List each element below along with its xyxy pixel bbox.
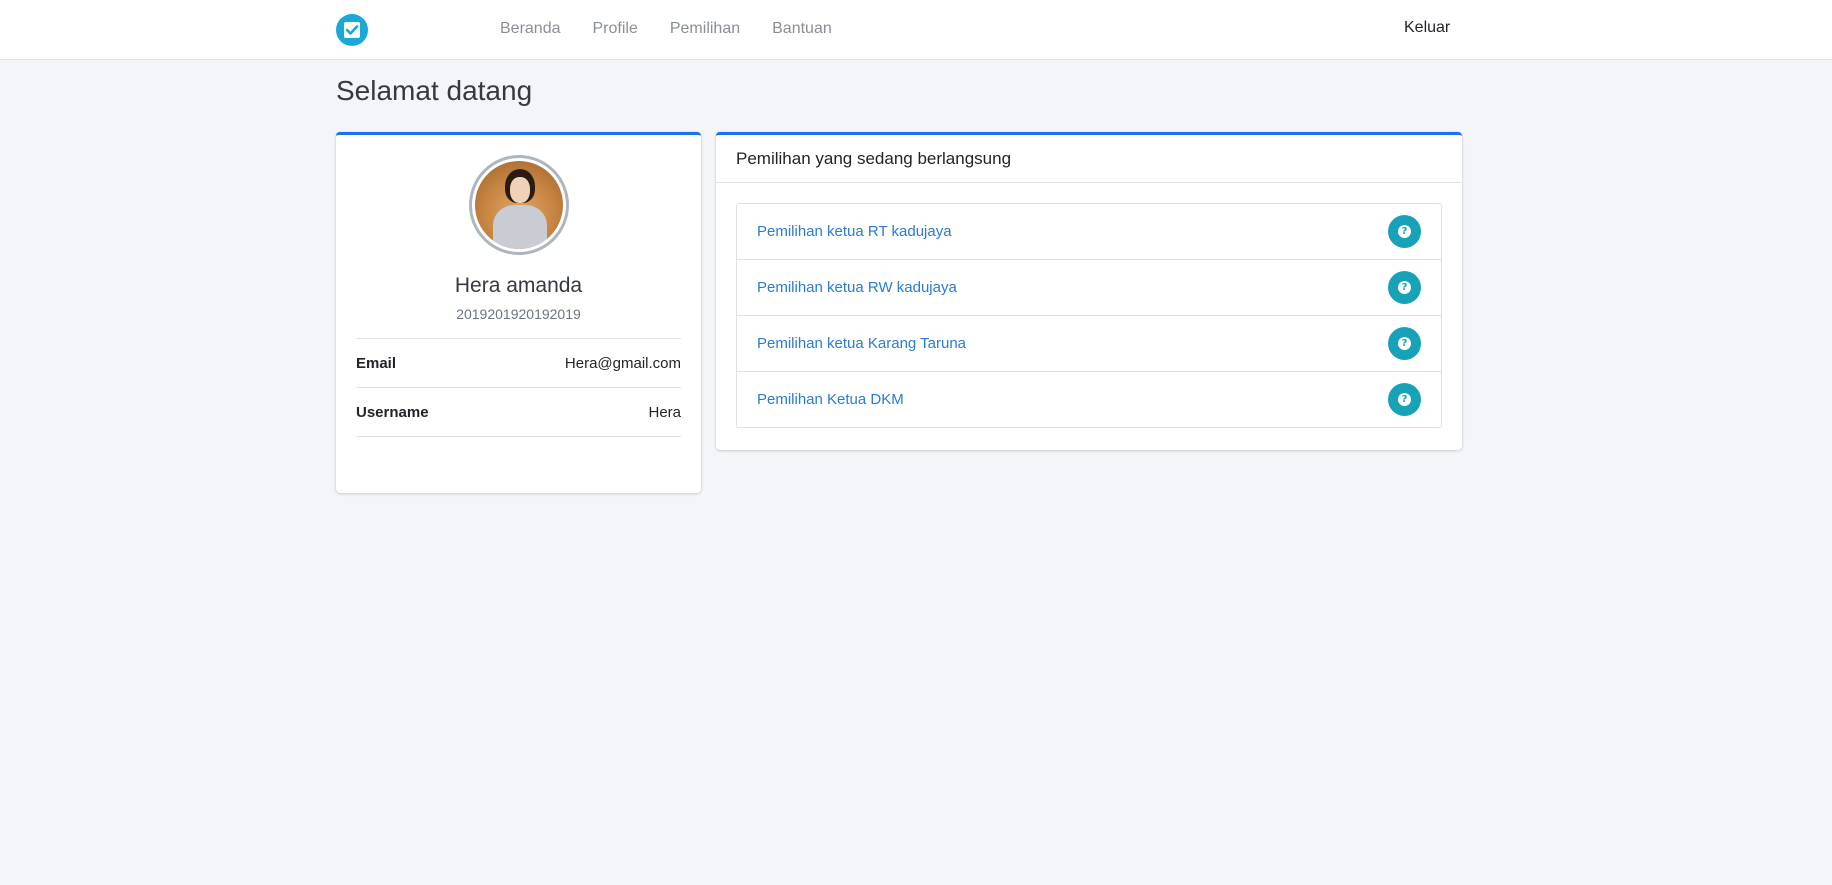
profile-id-number: 2019201920192019: [456, 306, 581, 322]
election-link-karang-taruna[interactable]: Pemilihan ketua Karang Taruna: [757, 335, 966, 352]
help-button-rt[interactable]: ?: [1388, 215, 1421, 248]
avatar: [468, 155, 569, 255]
election-item-dkm: Pemilihan Ketua DKM ?: [736, 371, 1442, 428]
elections-card: Pemilihan yang sedang berlangsung Pemili…: [716, 132, 1462, 450]
nav-link-beranda[interactable]: Beranda: [500, 20, 561, 38]
profile-card: Hera amanda 2019201920192019 Email Hera@…: [336, 132, 701, 493]
question-circle-icon: ?: [1398, 337, 1411, 350]
election-item-rw: Pemilihan ketua RW kadujaya ?: [736, 259, 1442, 316]
election-item-rt: Pemilihan ketua RT kadujaya ?: [736, 203, 1442, 260]
profile-row-username: Username Hera: [356, 388, 681, 437]
election-link-rw[interactable]: Pemilihan ketua RW kadujaya: [757, 279, 957, 296]
nav-links: Beranda Profile Pemilihan Bantuan: [500, 0, 864, 58]
elections-card-header: Pemilihan yang sedang berlangsung: [716, 135, 1462, 183]
question-circle-icon: ?: [1398, 281, 1411, 294]
nav-link-bantuan[interactable]: Bantuan: [772, 20, 832, 38]
help-button-dkm[interactable]: ?: [1388, 383, 1421, 416]
top-navbar: Beranda Profile Pemilihan Bantuan Keluar: [0, 0, 1832, 60]
election-item-karang-taruna: Pemilihan ketua Karang Taruna ?: [736, 315, 1442, 372]
profile-info-list: Email Hera@gmail.com Username Hera: [356, 338, 681, 437]
nav-link-profile[interactable]: Profile: [593, 20, 638, 38]
question-circle-icon: ?: [1398, 225, 1411, 238]
username-label: Username: [356, 403, 429, 421]
elections-list: Pemilihan ketua RT kadujaya ? Pemilihan …: [716, 183, 1462, 448]
email-value: Hera@gmail.com: [564, 354, 681, 372]
user-photo: [474, 161, 563, 249]
username-value: Hera: [648, 403, 681, 421]
help-button-karang-taruna[interactable]: ?: [1388, 327, 1421, 360]
check-square-icon: [344, 22, 360, 38]
page-title: Selamat datang: [336, 75, 533, 106]
election-link-rt[interactable]: Pemilihan ketua RT kadujaya: [757, 223, 952, 240]
profile-row-email: Email Hera@gmail.com: [356, 339, 681, 388]
election-link-dkm[interactable]: Pemilihan Ketua DKM: [757, 391, 904, 408]
email-label: Email: [356, 354, 397, 372]
profile-name: Hera amanda: [454, 274, 583, 297]
question-circle-icon: ?: [1398, 393, 1411, 406]
nav-link-pemilihan[interactable]: Pemilihan: [670, 20, 740, 38]
logout-link[interactable]: Keluar: [1404, 19, 1450, 37]
brand-logo[interactable]: [336, 14, 368, 46]
help-button-rw[interactable]: ?: [1388, 271, 1421, 304]
